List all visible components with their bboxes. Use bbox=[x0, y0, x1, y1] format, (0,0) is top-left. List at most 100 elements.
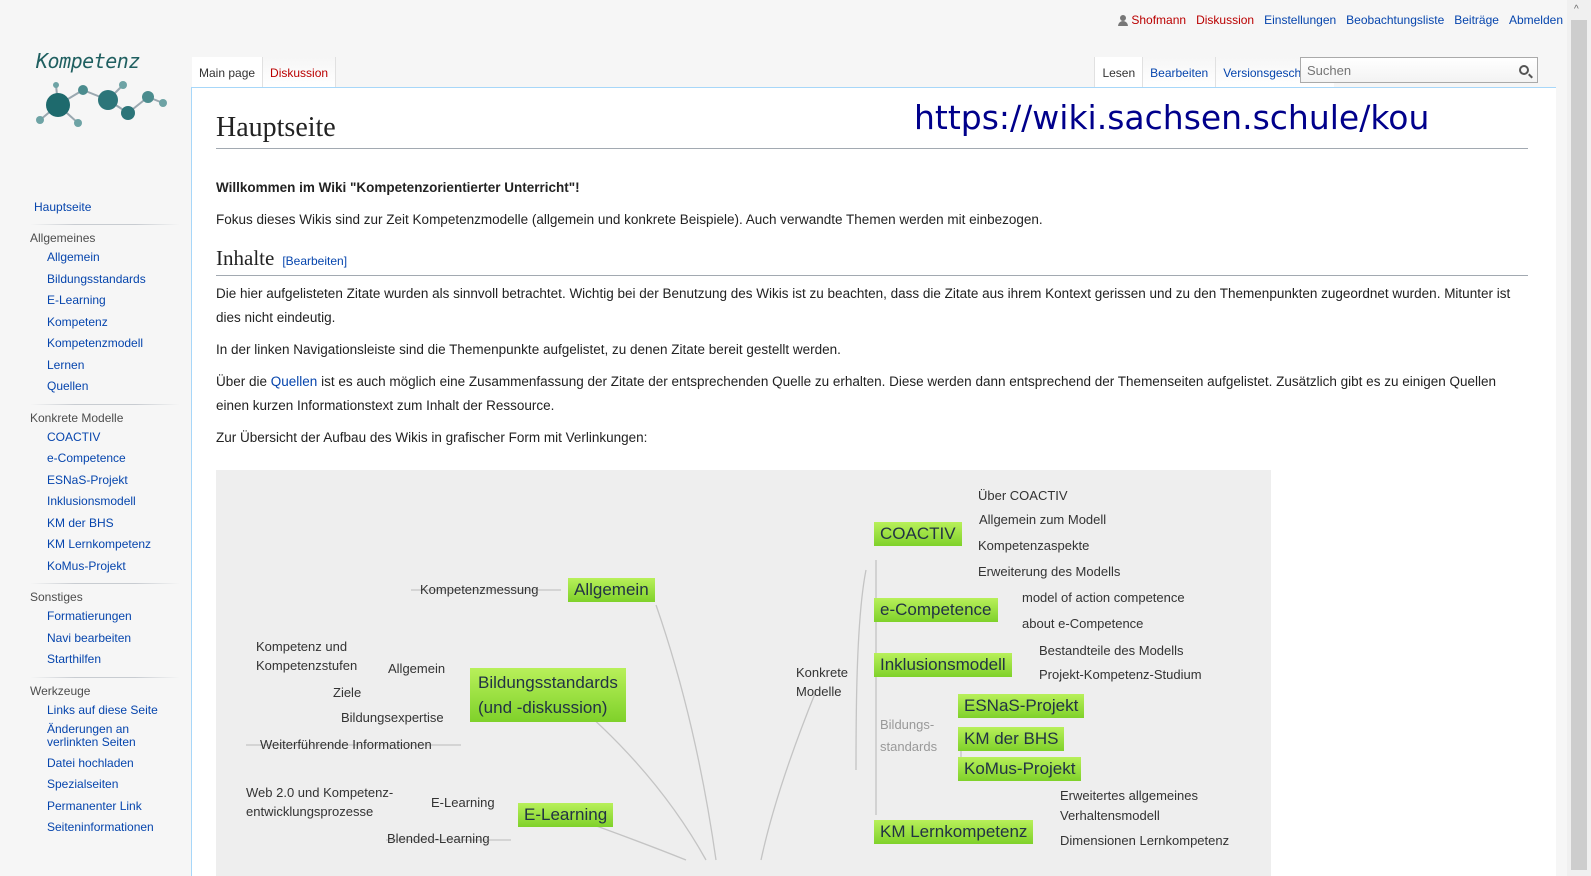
sidebar-item-e-competence[interactable]: e-Competence bbox=[47, 451, 126, 465]
paragraph-4: Zur Übersicht der Aufbau des Wikis in gr… bbox=[216, 430, 648, 445]
sidebar-divider bbox=[30, 403, 180, 405]
page-scrollbar[interactable]: ^ bbox=[1567, 0, 1591, 876]
mindmap-node-konkrete-1: Konkrete bbox=[796, 665, 849, 680]
sidebar-item-starthilfen[interactable]: Starthilfen bbox=[47, 652, 101, 666]
quellen-link[interactable]: Quellen bbox=[271, 374, 318, 389]
mindmap-node-komus[interactable]: KoMus-Projekt bbox=[958, 757, 1082, 781]
search-input[interactable] bbox=[1301, 62, 1513, 78]
user-discussion-link[interactable]: Diskussion bbox=[1196, 13, 1254, 27]
sidebar-item-allgemein[interactable]: Allgemein bbox=[47, 250, 100, 264]
personal-tools: Shofmann Diskussion Einstellungen Beobac… bbox=[1118, 13, 1563, 27]
tab-main-page[interactable]: Main page bbox=[192, 57, 264, 87]
mindmap-node-about-ecomp: about e-Competence bbox=[1022, 616, 1144, 631]
mindmap-node-erw-1: Erweitertes allgemeines bbox=[1060, 788, 1199, 803]
url-overlay: https://wiki.sachsen.schule/kou bbox=[914, 98, 1430, 137]
mindmap-node-ecompetence[interactable]: e-Competence bbox=[874, 598, 998, 622]
search-icon[interactable] bbox=[1519, 65, 1529, 75]
namespace-tabs: Main page Diskussion bbox=[192, 57, 337, 87]
sidebar-item-formatierungen[interactable]: Formatierungen bbox=[47, 609, 132, 623]
search-box bbox=[1300, 57, 1538, 83]
mindmap-node-allgemein[interactable]: Allgemein bbox=[568, 578, 655, 602]
sidebar-item-navi-bearbeiten[interactable]: Navi bearbeiten bbox=[47, 631, 131, 645]
sidebar-heading-sonstiges: Sonstiges bbox=[30, 590, 83, 604]
scroll-up-icon[interactable]: ^ bbox=[1574, 4, 1579, 15]
mindmap-node-erw-2: Verhaltensmodell bbox=[1060, 808, 1160, 823]
sidebar-heading-allgemeines: Allgemeines bbox=[30, 231, 96, 245]
sidebar-heading-werkzeuge: Werkzeuge bbox=[30, 683, 91, 698]
mindmap-node-ziele: Ziele bbox=[333, 685, 362, 700]
mindmap-node-erweiterung: Erweiterung des Modells bbox=[978, 564, 1121, 579]
sidebar-item-esnas[interactable]: ESNaS-Projekt bbox=[47, 473, 128, 487]
sidebar-item-e-learning[interactable]: E-Learning bbox=[47, 293, 106, 307]
mindmap-node-kompetenzmessung: Kompetenzmessung bbox=[420, 582, 539, 597]
sidebar-list-konkrete-modelle: COACTIV e-Competence ESNaS-Projekt Inklu… bbox=[0, 429, 190, 584]
mindmap-node-kompetenzaspekte: Kompetenzaspekte bbox=[978, 538, 1090, 553]
sidebar-item-coactiv[interactable]: COACTIV bbox=[47, 430, 100, 444]
mindmap-node-web20-2: entwicklungsprozesse bbox=[246, 804, 374, 819]
sidebar-item-links-here[interactable]: Links auf diese Seite bbox=[47, 703, 158, 717]
sidebar-item-kompetenzmodell[interactable]: Kompetenzmodell bbox=[47, 336, 143, 350]
sidebar-item-hauptseite[interactable]: Hauptseite bbox=[0, 200, 190, 214]
intro-text: Fokus dieses Wikis sind zur Zeit Kompete… bbox=[216, 212, 1043, 227]
mindmap-node-bildungsstandards[interactable]: Bildungsstandards (und -diskussion) bbox=[470, 668, 626, 722]
sidebar-item-lernen[interactable]: Lernen bbox=[47, 358, 84, 372]
mindmap-node-bs-allgemein: Allgemein bbox=[388, 661, 446, 676]
molecule-logo-icon bbox=[36, 81, 167, 127]
user-link[interactable]: Shofmann bbox=[1118, 13, 1186, 27]
scrollbar-thumb[interactable] bbox=[1571, 20, 1587, 870]
sidebar-item-permalink[interactable]: Permanenter Link bbox=[47, 799, 142, 813]
section-edit-link[interactable]: [Bearbeiten] bbox=[282, 254, 347, 268]
mindmap-node-model-action: model of action competence bbox=[1022, 590, 1185, 605]
mindmap-node-esnas[interactable]: ESNaS-Projekt bbox=[958, 694, 1085, 718]
mindmap-node-allg-modell: Allgemein zum Modell bbox=[979, 512, 1107, 527]
mindmap-node-web20-1: Web 2.0 und Kompetenz- bbox=[246, 785, 394, 800]
mindmap-node-coactiv[interactable]: COACTIV bbox=[874, 522, 962, 546]
sidebar-item-inklusionsmodell[interactable]: Inklusionsmodell bbox=[47, 494, 136, 508]
mindmap-node-blended: Blended-Learning bbox=[387, 831, 490, 846]
tab-edit[interactable]: Bearbeiten bbox=[1142, 57, 1216, 87]
mindmap-node-konkrete-2: Modelle bbox=[796, 684, 842, 699]
sidebar-item-km-bhs[interactable]: KM der BHS bbox=[47, 516, 114, 530]
mindmap-node-inklusion[interactable]: Inklusionsmodell bbox=[874, 653, 1012, 677]
sidebar-item-upload[interactable]: Datei hochladen bbox=[47, 756, 134, 770]
mindmap-node-dimensionen: Dimensionen Lernkompetenz bbox=[1060, 833, 1230, 848]
mindmap-node-projekt-komp: Projekt-Kompetenz-Studium bbox=[1039, 667, 1202, 682]
sidebar-item-quellen[interactable]: Quellen bbox=[47, 379, 88, 393]
mindmap-node-bildungs-1: Bildungs- bbox=[880, 717, 935, 732]
section-heading-text: Inhalte bbox=[216, 246, 275, 270]
watchlist-link[interactable]: Beobachtungsliste bbox=[1346, 13, 1444, 27]
sidebar-item-km-lernkompetenz[interactable]: KM Lernkompetenz bbox=[47, 537, 151, 551]
logout-link[interactable]: Abmelden bbox=[1509, 13, 1563, 27]
sidebar-item-related-changes[interactable]: Änderungen an verlinkten Seiten bbox=[47, 722, 136, 749]
sidebar: Hauptseite Allgemeines Allgemein Bildung… bbox=[0, 200, 190, 845]
paragraph-2: In der linken Navigationsleiste sind die… bbox=[216, 342, 841, 357]
mindmap-image[interactable]: Kompetenzmessung Allgemein Kompetenz und… bbox=[216, 470, 1271, 876]
mindmap-node-weiterfuehrende: Weiterführende Informationen bbox=[260, 737, 432, 752]
sidebar-item-komus[interactable]: KoMus-Projekt bbox=[47, 559, 126, 573]
sidebar-item-kompetenz[interactable]: Kompetenz bbox=[47, 315, 108, 329]
section-heading-inhalte: Inhalte [Bearbeiten] bbox=[216, 246, 1528, 276]
sidebar-item-page-info[interactable]: Seiteninformationen bbox=[47, 820, 154, 834]
tab-discussion[interactable]: Diskussion bbox=[263, 57, 337, 87]
sidebar-divider bbox=[30, 224, 180, 225]
sidebar-heading-konkrete-modelle: Konkrete Modelle bbox=[30, 410, 124, 425]
paragraph-1: Die hier aufgelisteten Zitate wurden als… bbox=[216, 286, 1511, 325]
contributions-link[interactable]: Beiträge bbox=[1454, 13, 1499, 27]
sidebar-item-bildungsstandards[interactable]: Bildungsstandards bbox=[47, 272, 146, 286]
mindmap-node-bildungsexpertise: Bildungsexpertise bbox=[341, 710, 444, 725]
sidebar-divider bbox=[30, 583, 180, 584]
mindmap-node-el-sub: E-Learning bbox=[431, 795, 495, 810]
mindmap-node-kmbhs[interactable]: KM der BHS bbox=[958, 727, 1065, 751]
sidebar-list-werkzeuge: Links auf diese Seite Änderungen an verl… bbox=[0, 702, 190, 845]
mindmap-node-kmlern[interactable]: KM Lernkompetenz bbox=[874, 820, 1034, 844]
sidebar-list-allgemeines: Allgemein Bildungsstandards E-Learning K… bbox=[0, 249, 190, 404]
settings-link[interactable]: Einstellungen bbox=[1264, 13, 1336, 27]
mindmap-node-kompetenz-und: Kompetenz und bbox=[256, 639, 348, 654]
sidebar-list-sonstiges: Formatierungen Navi bearbeiten Starthilf… bbox=[0, 608, 190, 677]
site-logo[interactable]: Kompetenz bbox=[28, 45, 178, 140]
sidebar-item-special-pages[interactable]: Spezialseiten bbox=[47, 777, 118, 791]
mindmap-node-elearning[interactable]: E-Learning bbox=[518, 803, 614, 827]
tab-read[interactable]: Lesen bbox=[1094, 57, 1143, 87]
mindmap-node-kompetenzstufen: Kompetenzstufen bbox=[256, 658, 358, 673]
page-body: Willkommen im Wiki "Kompetenzorientierte… bbox=[216, 170, 1528, 458]
